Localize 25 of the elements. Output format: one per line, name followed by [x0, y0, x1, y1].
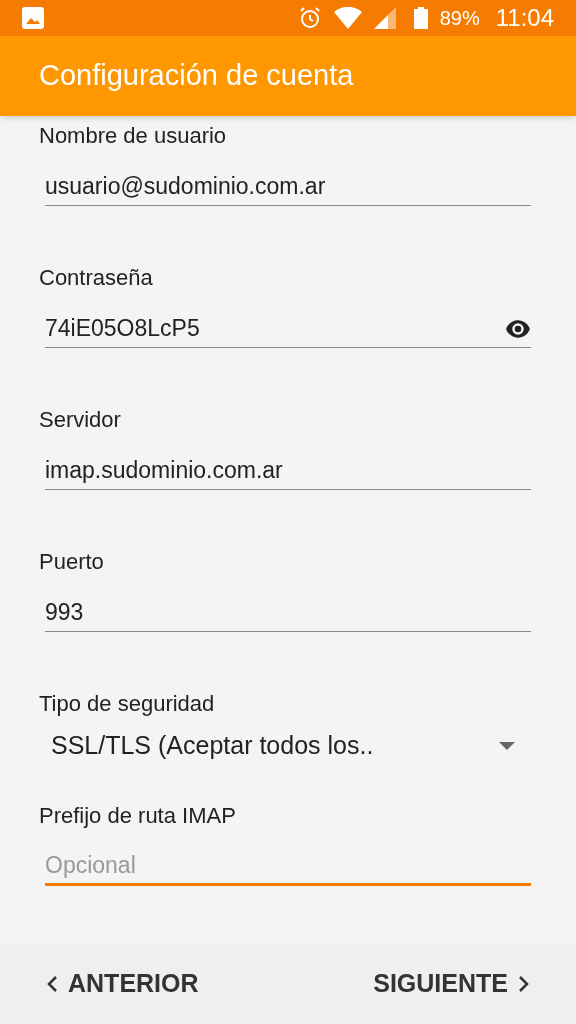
- chevron-right-icon: [518, 975, 530, 993]
- signal-icon: [373, 7, 396, 29]
- input-field[interactable]: imap.sudominio.com.ar: [45, 452, 531, 490]
- input-field[interactable]: Opcional: [45, 848, 531, 886]
- app-bar-title: Configuración de cuenta: [39, 58, 354, 94]
- image-icon: [22, 7, 44, 29]
- field-label: Prefijo de ruta IMAP: [38, 802, 237, 830]
- dropdown-caret-icon: [499, 742, 515, 750]
- field-label: Servidor: [38, 406, 122, 434]
- field-label: Puerto: [38, 548, 105, 576]
- eye-icon[interactable]: [505, 319, 531, 338]
- next-button[interactable]: SIGUIENTE: [373, 965, 530, 1003]
- security-dropdown[interactable]: SSL/TLS (Aceptar todos los..: [39, 726, 537, 766]
- back-button[interactable]: ANTERIOR: [46, 965, 199, 1003]
- field-label: Tipo de seguridad: [38, 690, 216, 718]
- battery-percent: 89%: [439, 6, 480, 31]
- chevron-left-icon: [46, 975, 58, 993]
- password-field[interactable]: 74iE05O8LcP5: [45, 310, 497, 348]
- wifi-icon: [333, 7, 362, 29]
- clock: 11:04: [495, 3, 554, 33]
- field-label: Contraseña: [38, 264, 154, 292]
- battery-icon: [413, 7, 428, 29]
- input-field[interactable]: 993: [45, 594, 531, 632]
- field-label: Nombre de usuario: [38, 122, 228, 150]
- input-field[interactable]: usuario@sudominio.com.ar: [45, 168, 531, 206]
